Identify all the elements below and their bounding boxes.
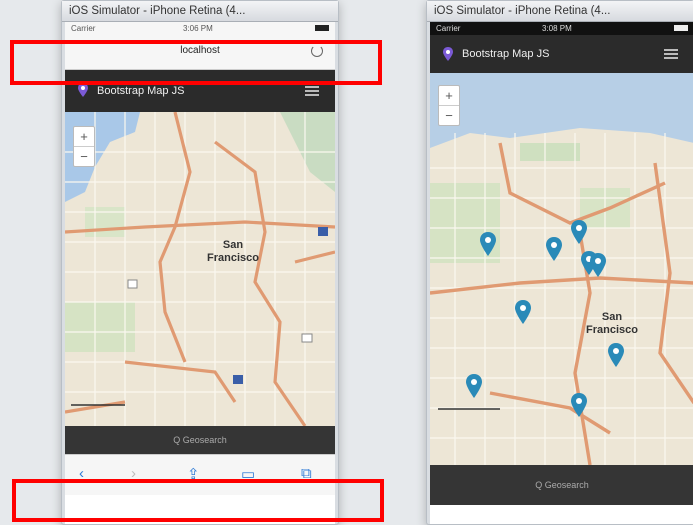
status-bar: Carrier 3:06 PM <box>65 22 335 35</box>
map-pin-icon <box>78 83 88 97</box>
simulator-title: iOS Simulator - iPhone Retina (4... <box>427 1 693 22</box>
simulator-title: iOS Simulator - iPhone Retina (4... <box>62 1 338 22</box>
zoom-in-button[interactable]: + <box>439 86 459 105</box>
simulator-window-right: iOS Simulator - iPhone Retina (4... Carr… <box>426 0 693 525</box>
map-marker-icon[interactable] <box>590 253 606 277</box>
iphone-screen: Carrier 3:08 PM Bootstrap Map JS + − San… <box>430 22 693 524</box>
map-tiles <box>430 73 693 465</box>
status-time: 3:08 PM <box>542 24 572 33</box>
zoom-control: + − <box>438 85 460 126</box>
highlight-box-address-bar <box>10 40 382 85</box>
map-marker-icon[interactable] <box>608 343 624 367</box>
map-pin-icon <box>443 47 453 61</box>
map-marker-icon[interactable] <box>571 220 587 244</box>
app-navbar: Bootstrap Map JS <box>430 35 693 73</box>
geosearch-bar[interactable]: Q Geosearch <box>430 465 693 505</box>
battery-icon <box>315 25 329 31</box>
zoom-in-button[interactable]: + <box>74 127 94 146</box>
map-view[interactable]: + − San Francisco <box>65 112 335 426</box>
geosearch-bar[interactable]: Q Geosearch <box>65 426 335 454</box>
hamburger-menu-icon[interactable] <box>305 86 319 96</box>
zoom-out-button[interactable]: − <box>74 146 94 166</box>
status-time: 3:06 PM <box>183 24 213 33</box>
map-marker-icon[interactable] <box>466 374 482 398</box>
map-tiles <box>65 112 335 426</box>
map-marker-icon[interactable] <box>571 393 587 417</box>
map-marker-icon[interactable] <box>546 237 562 261</box>
zoom-control: + − <box>73 126 95 167</box>
map-marker-icon[interactable] <box>515 300 531 324</box>
zoom-out-button[interactable]: − <box>439 105 459 125</box>
carrier-label: Carrier <box>436 24 461 33</box>
carrier-label: Carrier <box>71 24 96 33</box>
map-marker-icon[interactable] <box>480 232 496 256</box>
map-view[interactable]: + − San Francisco <box>430 73 693 465</box>
city-label: San Francisco <box>207 239 259 264</box>
battery-icon <box>674 25 688 31</box>
iphone-screen: Carrier 3:06 PM localhost Bootstrap Map … <box>65 22 335 524</box>
hamburger-menu-icon[interactable] <box>664 49 678 59</box>
status-bar: Carrier 3:08 PM <box>430 22 693 35</box>
city-label: San Francisco <box>586 311 638 336</box>
highlight-box-toolbar <box>12 479 384 522</box>
brand-title[interactable]: Bootstrap Map JS <box>462 35 549 73</box>
